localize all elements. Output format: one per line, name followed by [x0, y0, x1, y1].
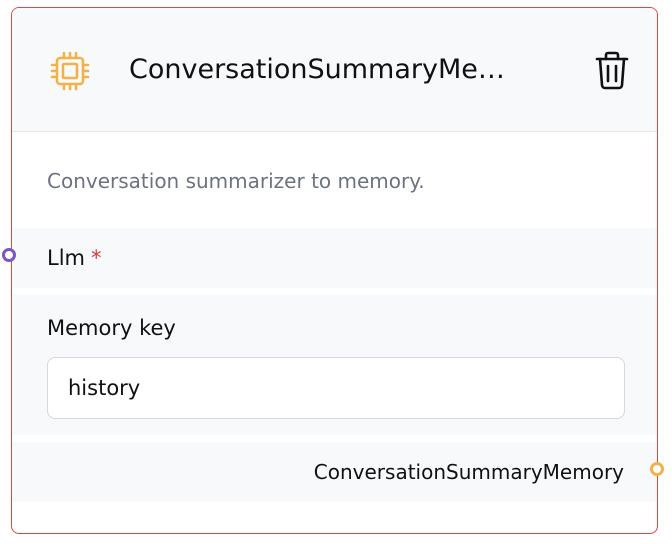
llm-input-handle[interactable] — [2, 248, 16, 262]
cpu-chip-icon — [50, 51, 90, 91]
memory-key-input[interactable] — [47, 357, 625, 419]
output-label: ConversationSummaryMemory — [313, 460, 624, 484]
required-marker: * — [91, 246, 102, 270]
memory-key-label: Memory key — [47, 316, 176, 340]
node-title: ConversationSummaryMemory — [129, 54, 529, 85]
node-header: ConversationSummaryMemory — [12, 8, 657, 132]
llm-label: Llm * — [47, 246, 102, 270]
output-handle[interactable] — [650, 462, 664, 476]
node-description: Conversation summarizer to memory. — [47, 169, 425, 193]
llm-input-row: Llm * — [12, 228, 657, 288]
node-card[interactable]: ConversationSummaryMemory Conversation s… — [2, 7, 664, 534]
delete-node-button[interactable] — [594, 50, 630, 90]
output-row: ConversationSummaryMemory — [12, 442, 657, 502]
memory-key-row: Memory key — [12, 295, 657, 435]
trash-icon — [595, 51, 629, 90]
